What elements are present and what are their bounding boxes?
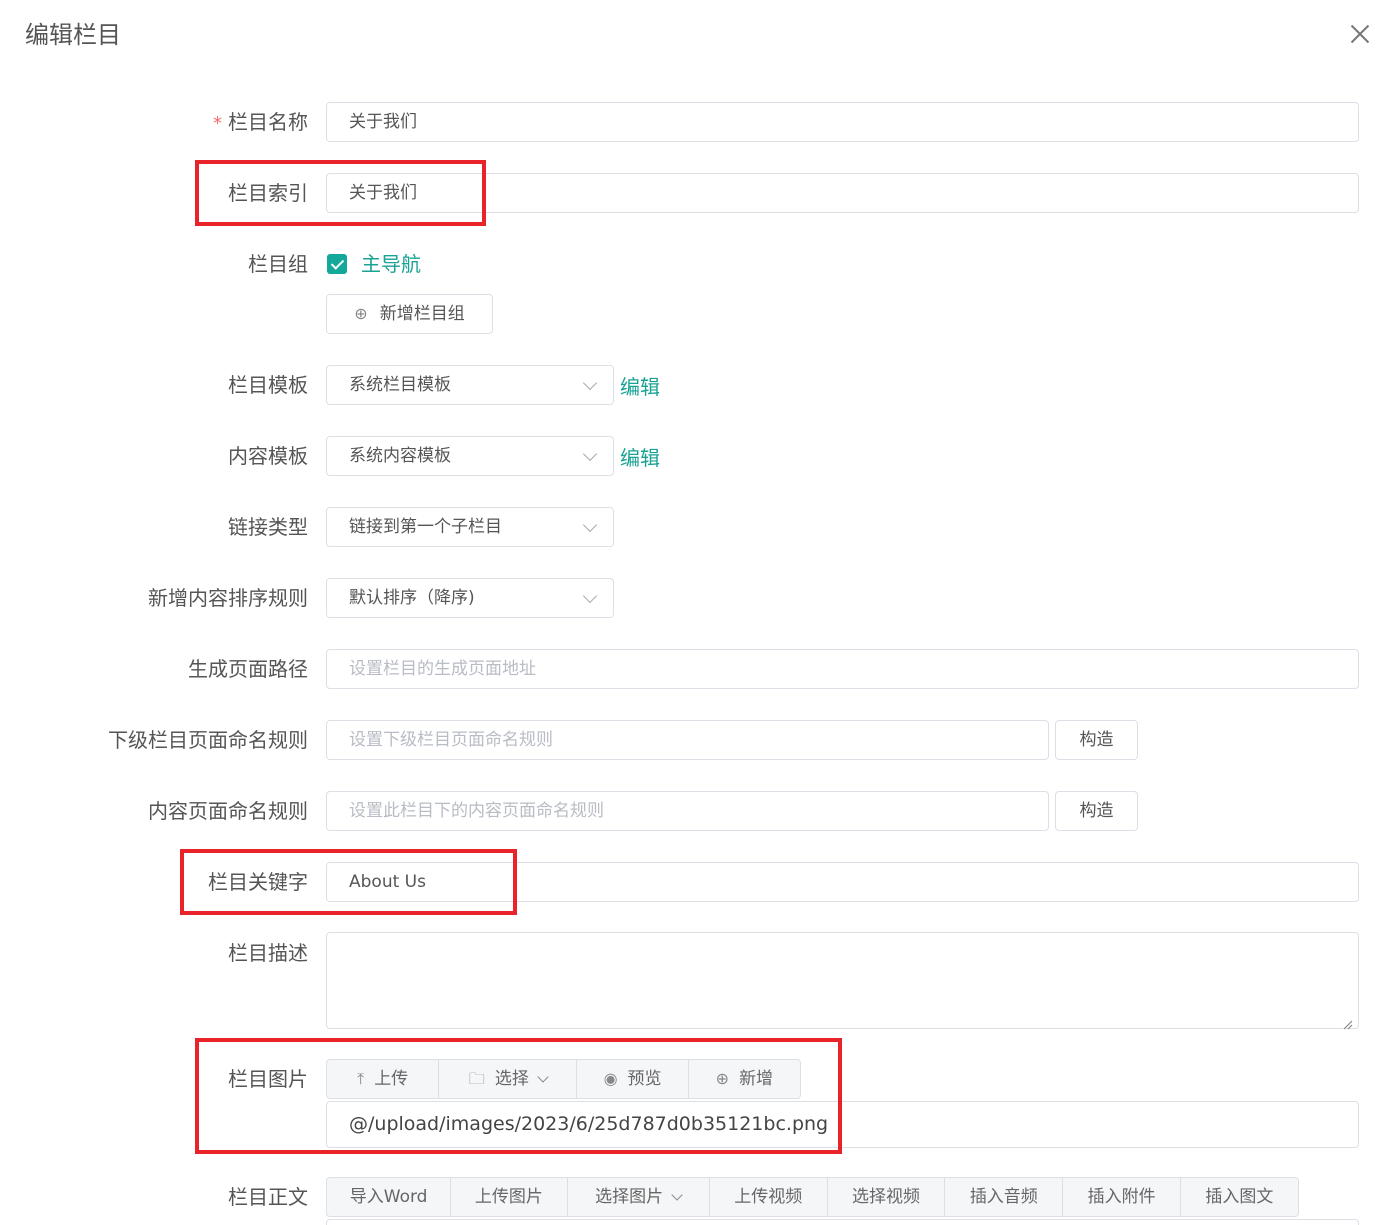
- group-checkbox-label[interactable]: 主导航: [361, 244, 421, 284]
- image-upload-button[interactable]: ⤒ 上传: [327, 1060, 440, 1098]
- body-label: 栏目正文: [228, 1185, 308, 1209]
- upload-image-button[interactable]: 上传图片: [451, 1178, 568, 1216]
- channel-template-label: 栏目模板: [228, 373, 308, 397]
- child-naming-input[interactable]: 设置下级栏目页面命名规则: [326, 720, 1049, 760]
- upload-video-button[interactable]: 上传视频: [710, 1178, 828, 1216]
- description-label: 栏目描述: [228, 941, 308, 965]
- image-preview-button[interactable]: ◉ 预览: [577, 1060, 689, 1098]
- content-naming-input[interactable]: 设置此栏目下的内容页面命名规则: [326, 791, 1049, 831]
- chevron-down-icon: [582, 588, 598, 604]
- add-group-button[interactable]: ⊕ 新增栏目组: [326, 294, 493, 334]
- image-path-input[interactable]: @/upload/images/2023/6/25d787d0b35121bc.…: [326, 1101, 1359, 1148]
- child-naming-label: 下级栏目页面命名规则: [108, 728, 308, 752]
- link-type-select[interactable]: 链接到第一个子栏目: [326, 507, 614, 547]
- link-type-label: 链接类型: [228, 515, 308, 539]
- child-naming-build-button[interactable]: 构造: [1055, 720, 1138, 760]
- chevron-down-icon: [537, 1070, 549, 1083]
- required-mark: *: [213, 113, 222, 134]
- plus-circle-icon: ⊕: [354, 304, 368, 323]
- resize-handle-icon[interactable]: [1343, 1015, 1353, 1030]
- chevron-down-icon: [671, 1188, 683, 1201]
- select-video-button[interactable]: 选择视频: [828, 1178, 946, 1216]
- group-checkbox[interactable]: [327, 254, 347, 274]
- index-input[interactable]: 关于我们: [326, 173, 1359, 213]
- image-add-button[interactable]: ⊕ 新增: [689, 1060, 800, 1098]
- content-naming-build-button[interactable]: 构造: [1055, 791, 1138, 831]
- channel-template-select[interactable]: 系统栏目模板: [326, 365, 614, 405]
- content-naming-label: 内容页面命名规则: [148, 799, 308, 823]
- name-input[interactable]: 关于我们: [326, 102, 1359, 142]
- page-path-input[interactable]: 设置栏目的生成页面地址: [326, 649, 1359, 689]
- close-icon[interactable]: [1344, 18, 1376, 50]
- chevron-down-icon: [582, 517, 598, 533]
- chevron-down-icon: [582, 446, 598, 462]
- name-label: * 栏目名称: [213, 110, 308, 134]
- sort-rule-select[interactable]: 默认排序（降序): [326, 578, 614, 618]
- keywords-label: 栏目关键字: [208, 870, 308, 894]
- import-word-button[interactable]: 导入Word: [327, 1178, 452, 1216]
- image-label: 栏目图片: [228, 1067, 308, 1091]
- body-editor[interactable]: [326, 1219, 1359, 1225]
- dialog-title: 编辑栏目: [25, 21, 121, 49]
- keywords-input[interactable]: About Us: [326, 862, 1359, 902]
- plus-circle-icon: ⊕: [715, 1069, 730, 1088]
- description-textarea[interactable]: [326, 932, 1359, 1029]
- channel-template-edit-link[interactable]: 编辑: [620, 367, 660, 407]
- content-template-edit-link[interactable]: 编辑: [620, 438, 660, 478]
- group-label: 栏目组: [248, 252, 308, 276]
- index-label: 栏目索引: [228, 181, 308, 205]
- image-toolbar: ⤒ 上传 🗀 选择 ◉ 预览 ⊕ 新增: [326, 1059, 801, 1099]
- content-template-select[interactable]: 系统内容模板: [326, 436, 614, 476]
- upload-icon: ⤒: [357, 1069, 365, 1088]
- image-select-button[interactable]: 🗀 选择: [439, 1060, 578, 1098]
- chevron-down-icon: [582, 375, 598, 391]
- insert-attachment-button[interactable]: 插入附件: [1063, 1178, 1181, 1216]
- select-image-button[interactable]: 选择图片: [568, 1178, 710, 1216]
- insert-audio-button[interactable]: 插入音频: [945, 1178, 1064, 1216]
- insert-article-button[interactable]: 插入图文: [1181, 1178, 1298, 1216]
- folder-icon: 🗀: [468, 1069, 485, 1088]
- content-template-label: 内容模板: [228, 444, 308, 468]
- eye-icon: ◉: [603, 1069, 618, 1088]
- sort-rule-label: 新增内容排序规则: [148, 586, 308, 610]
- page-path-label: 生成页面路径: [188, 657, 308, 681]
- body-toolbar: 导入Word 上传图片 选择图片 上传视频 选择视频 插入音频 插入附件 插入图…: [326, 1177, 1299, 1217]
